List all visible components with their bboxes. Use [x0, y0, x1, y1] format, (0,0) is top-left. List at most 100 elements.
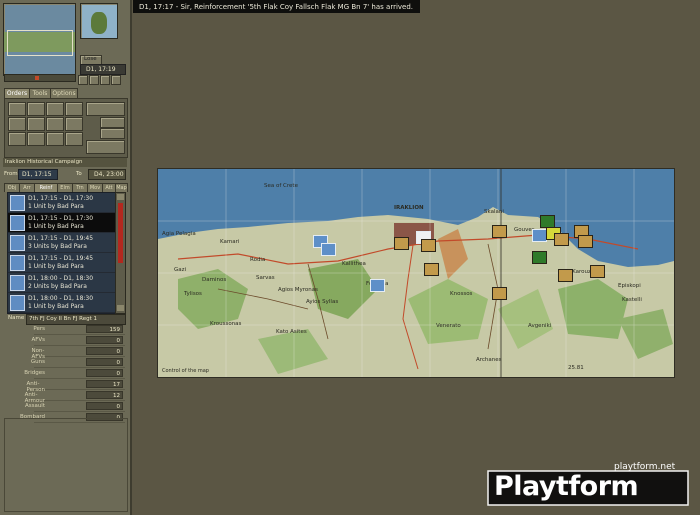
minimap-view-box	[7, 30, 73, 56]
fast-forward-button[interactable]	[111, 75, 121, 85]
axis-unit-counter[interactable]	[492, 225, 507, 238]
order-button-3[interactable]	[46, 102, 64, 116]
unit-icon	[10, 275, 25, 291]
from-value: D1, 17:15	[22, 171, 52, 178]
tab-orders-label: Orders	[6, 90, 28, 97]
stat-value: 17	[86, 380, 123, 388]
scroll-up-arrow[interactable]	[117, 194, 124, 200]
town-label: Tylisos	[184, 291, 202, 297]
town-label: Knossos	[450, 291, 473, 297]
stat-key: Bridges	[24, 370, 45, 376]
campaign-map[interactable]: Sea of Crete IRAKLION Agia Pelagia Kamar…	[157, 168, 675, 378]
to-field[interactable]: D4, 23:00	[88, 169, 126, 180]
list-item[interactable]: D1, 17:15 - D1, 17:30 1 Unit by Bad Para	[8, 193, 115, 213]
green-unit-counter[interactable]	[532, 251, 547, 264]
campaign-title: Iraklion Historical Campaign	[5, 159, 83, 165]
stat-row: Anti-Armour 12	[25, 390, 125, 404]
subtab-att[interactable]: Att	[102, 183, 116, 192]
axis-unit-counter[interactable]	[421, 239, 436, 252]
subtab-reinf[interactable]: Reinf	[34, 183, 58, 192]
subtab-map[interactable]: Map	[115, 183, 128, 192]
order-button-wide-1[interactable]	[86, 102, 125, 116]
scroll-down-arrow[interactable]	[117, 305, 124, 311]
subtab-elm[interactable]: Elm	[57, 183, 73, 192]
town-label: Agios Myronas	[278, 287, 318, 293]
town-label: Archanes	[476, 357, 502, 363]
unit-icon	[10, 195, 25, 211]
axis-unit-counter[interactable]	[394, 237, 409, 250]
list-scrollbar[interactable]	[115, 192, 126, 314]
order-buttons	[4, 98, 128, 158]
axis-unit-counter[interactable]	[590, 265, 605, 278]
subtab-obj[interactable]: Obj	[4, 183, 20, 192]
overview-minimap[interactable]	[3, 3, 76, 76]
subtab-mov[interactable]: Mov	[87, 183, 103, 192]
town-label: Ayios Syllas	[306, 299, 339, 305]
list-item[interactable]: D1, 17:15 - D1, 19:45 1 Unit by Bad Para	[8, 253, 115, 273]
watermark-url: playtform.net	[614, 462, 676, 472]
list-item[interactable]: D1, 18:00 - D1, 18:30 2 Units by Bad Para	[8, 273, 115, 293]
subtab-obj-label: Obj	[7, 185, 17, 191]
unit-icon	[10, 235, 25, 251]
order-button-wide-4[interactable]	[86, 140, 125, 154]
list-item-selected[interactable]: D1, 17:15 - D1, 17:30 1 Unit by Bad Para	[8, 213, 115, 233]
order-button-10[interactable]	[27, 132, 45, 146]
scroll-thumb[interactable]	[118, 203, 123, 263]
play-button[interactable]	[100, 75, 110, 85]
name-label: Name	[8, 315, 25, 321]
order-button-wide-2[interactable]	[100, 117, 125, 128]
tab-orders[interactable]: Orders	[4, 88, 30, 98]
stat-row: Anti-Person 17	[27, 379, 125, 393]
order-button-wide-3[interactable]	[100, 128, 125, 139]
lose-label: Lose	[84, 56, 97, 62]
list-item[interactable]: D1, 18:00 - D1, 18:30 1 Unit by Bad Para	[8, 293, 115, 313]
order-button-8[interactable]	[65, 117, 83, 131]
allied-unit-counter[interactable]	[532, 229, 547, 242]
tab-options[interactable]: Options	[50, 88, 78, 98]
from-field[interactable]: D1, 17:15	[18, 169, 58, 180]
stat-row: Assault 0	[25, 401, 125, 412]
axis-unit-counter[interactable]	[554, 233, 569, 246]
allied-unit-counter[interactable]	[321, 243, 336, 256]
axis-unit-counter[interactable]	[558, 269, 573, 282]
order-button-2[interactable]	[27, 102, 45, 116]
tab-tools[interactable]: Tools	[29, 88, 51, 98]
rewind-button[interactable]	[78, 75, 88, 85]
order-button-9[interactable]	[8, 132, 26, 146]
list-item[interactable]: D1, 17:15 - D1, 19:45 3 Units by Bad Para	[8, 233, 115, 253]
order-button-5[interactable]	[8, 117, 26, 131]
town-label: Gazi	[174, 267, 187, 273]
event-desc: 1 Unit by Bad Para	[28, 303, 84, 310]
event-time: D1, 17:15 - D1, 17:30	[28, 195, 94, 202]
subtab-arr[interactable]: Arr	[19, 183, 35, 192]
order-button-11[interactable]	[46, 132, 64, 146]
order-button-7[interactable]	[46, 117, 64, 131]
playback-controls	[78, 75, 124, 85]
campaign-header: Iraklion Historical Campaign	[3, 158, 127, 167]
game-clock: D1, 17:19	[80, 64, 126, 75]
event-desc: 1 Unit by Bad Para	[28, 263, 84, 270]
slider-marker	[35, 76, 39, 80]
order-button-1[interactable]	[8, 102, 26, 116]
subtab-trn[interactable]: Trn	[72, 183, 88, 192]
order-button-6[interactable]	[27, 117, 45, 131]
stat-value: 0	[86, 336, 123, 344]
subtab-elm-label: Elm	[60, 185, 70, 191]
axis-unit-counter[interactable]	[492, 287, 507, 300]
time-slider[interactable]	[4, 74, 76, 82]
order-button-4[interactable]	[65, 102, 83, 116]
town-label: Agia Pelagia	[162, 231, 196, 237]
pause-button[interactable]	[89, 75, 99, 85]
town-label: Kastelli	[622, 297, 642, 303]
message-text: D1, 17:17 - Sir, Reinforcement '5th Flak…	[139, 3, 414, 11]
allied-unit-counter[interactable]	[370, 279, 385, 292]
town-label: Kroussonas	[210, 321, 242, 327]
terrain-tree	[91, 12, 107, 34]
event-time: D1, 17:15 - D1, 17:30	[28, 215, 94, 222]
order-button-12[interactable]	[65, 132, 83, 146]
map-coordinate: 25.81	[568, 365, 584, 371]
subtab-trn-label: Trn	[76, 185, 84, 191]
axis-unit-counter[interactable]	[578, 235, 593, 248]
axis-unit-counter[interactable]	[424, 263, 439, 276]
event-time: D1, 18:00 - D1, 18:30	[28, 275, 94, 282]
